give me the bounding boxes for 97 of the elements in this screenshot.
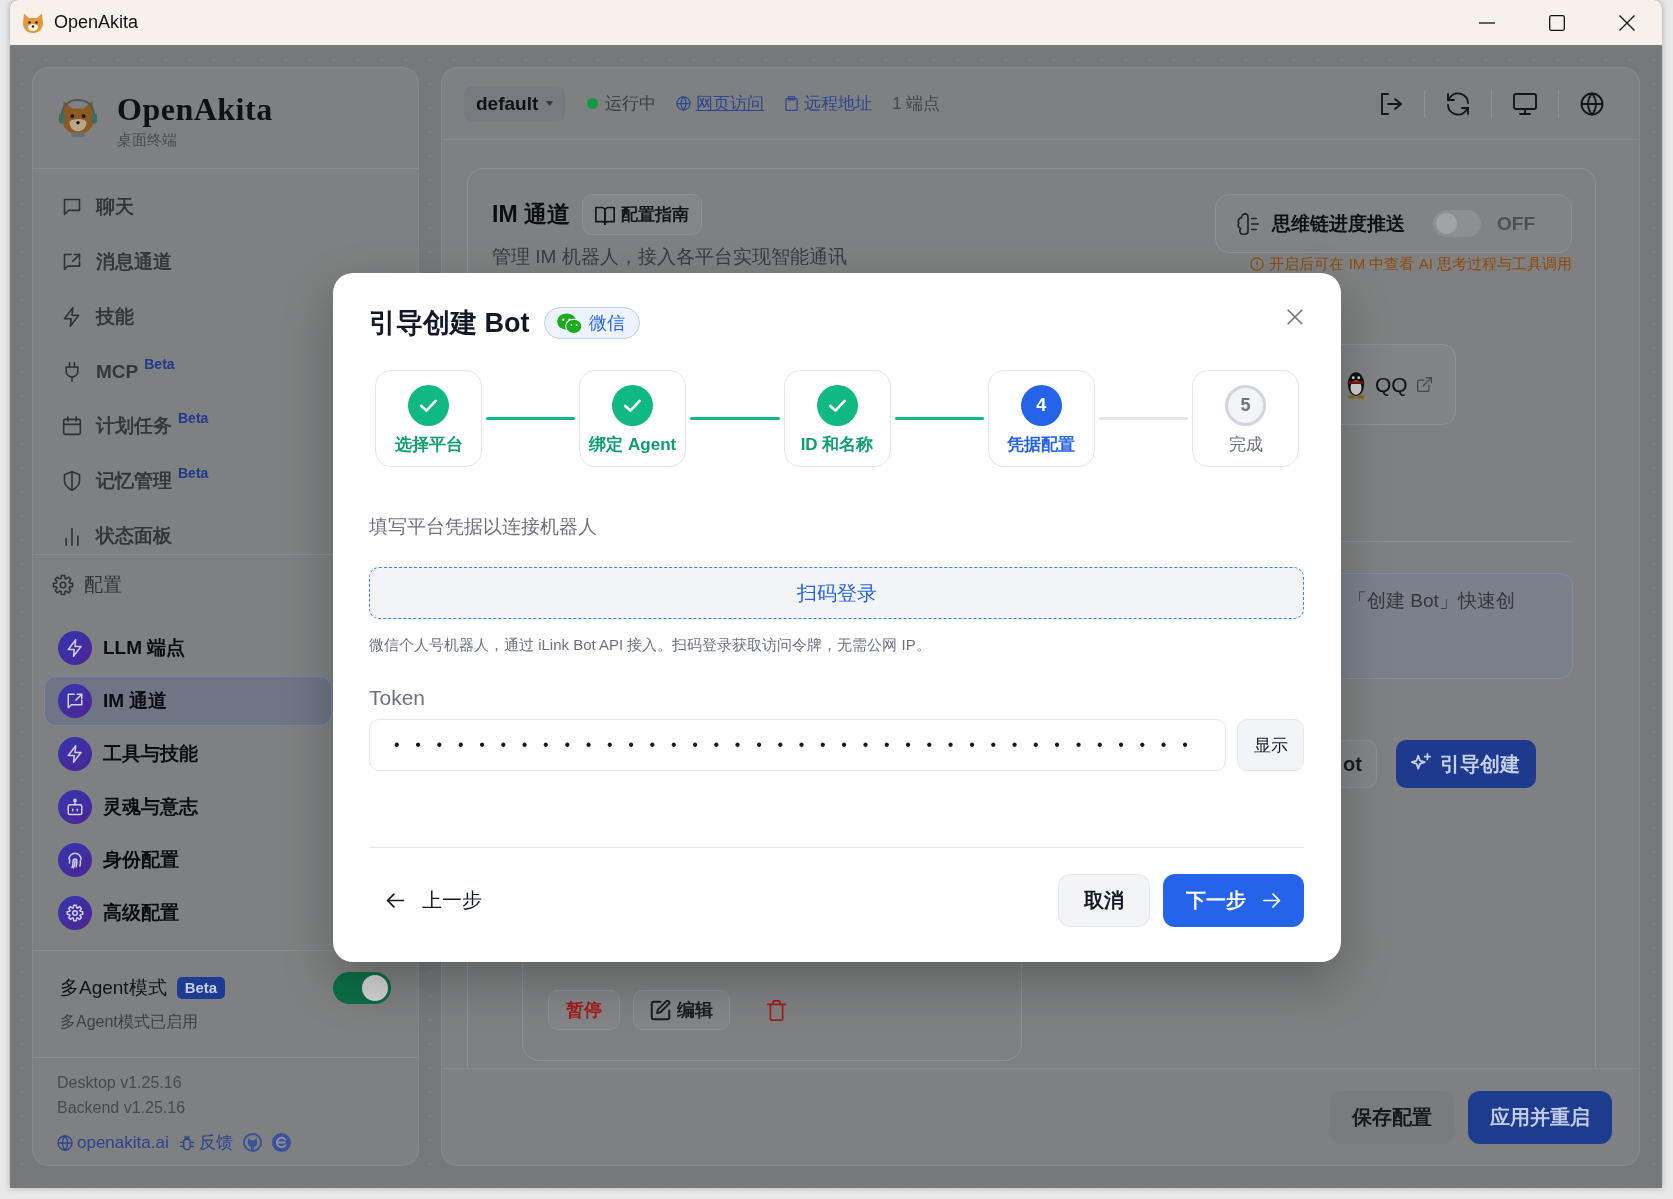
penguin-icon: [1346, 370, 1366, 399]
footer-button[interactable]: 应用并重启: [1468, 1090, 1612, 1144]
nav-item[interactable]: MCP $^{Beta}$: [62, 353, 175, 390]
round-robot-icon: [58, 790, 92, 824]
toggle-switch[interactable]: [1433, 210, 1481, 237]
nav-item[interactable]: 技能: [62, 298, 134, 335]
arrow-right-icon: [1262, 891, 1281, 910]
step-number: 5: [1225, 385, 1266, 426]
close-icon[interactable]: [1619, 14, 1635, 31]
shield-icon: [62, 471, 82, 492]
dog-icon: [23, 12, 43, 33]
bar-chart-icon: [62, 526, 82, 547]
help-text: 微信个人号机器人，通过 iLink Bot API 接入。扫码登录获取访问令牌，无需公网 IP。: [369, 635, 932, 655]
share-box-icon: [62, 251, 82, 272]
plug-icon: [62, 361, 82, 382]
arrow-left-icon: [386, 891, 405, 910]
maximize-icon[interactable]: [1549, 14, 1565, 31]
footer-button[interactable]: 保存配置: [1330, 1090, 1454, 1144]
edit-icon: [650, 999, 671, 1021]
show-button[interactable]: 显示: [1237, 719, 1304, 771]
settings-nav-item[interactable]: 工具与技能: [44, 729, 332, 779]
back-button[interactable]: 上一步: [369, 874, 498, 927]
token-field[interactable]: ••••••••••••••••••••••••••••••••••••••: [369, 719, 1226, 771]
platform-name: 微信: [589, 312, 626, 335]
multi-agent-status: 多Agent模式已启用: [60, 1012, 199, 1032]
beta-label: Beta: [144, 355, 175, 372]
minimize-icon[interactable]: [1479, 21, 1495, 24]
chat-icon: [62, 196, 82, 217]
round-share-box-icon: [58, 684, 92, 718]
section-title: 配置: [84, 573, 122, 597]
settings-nav-item[interactable]: 灵魂与意志: [44, 782, 332, 832]
endpoint-count: 1 端点: [892, 93, 941, 115]
website-link[interactable]: openakita.ai: [57, 1132, 169, 1153]
step-label: 选择平台: [394, 434, 463, 456]
page-description: 管理 IM 机器人，接入各平台实现智能通讯: [492, 245, 847, 269]
field-label: Token: [369, 685, 427, 711]
guide-button[interactable]: 配置指南: [581, 194, 702, 235]
feedback-link[interactable]: 反馈: [178, 1131, 233, 1154]
scan-login-button[interactable]: 扫码登录: [369, 567, 1304, 619]
nav-item[interactable]: 计划任务 $^{Beta}$: [62, 408, 209, 445]
thinking-push-label: 思维链进度推送: [1272, 211, 1405, 236]
bug-icon: [178, 1134, 195, 1151]
multi-agent-label: 多Agent模式: [60, 976, 167, 1000]
chat-bubbles-icon: [557, 312, 583, 334]
instruction-text: 填写平台凭据以连接机器人: [369, 515, 598, 539]
dog-mascot-icon: [59, 98, 97, 138]
step-label: 完成: [1228, 434, 1263, 456]
lightning-icon: [62, 306, 82, 327]
globe-icon[interactable]: [1580, 91, 1604, 116]
calendar-icon: [62, 416, 82, 437]
settings-nav-item[interactable]: LLM 端点: [44, 623, 332, 673]
round-gear-icon: [58, 896, 92, 930]
nav-item[interactable]: 记忆管理 $^{Beta}$: [62, 463, 209, 500]
settings-nav-item[interactable]: 身份配置: [44, 835, 332, 885]
brain-icon: [1237, 212, 1259, 235]
platform-card[interactable]: QQ: [1341, 344, 1456, 425]
gear-icon: [52, 574, 74, 596]
round-fingerprint-icon: [58, 843, 92, 877]
round-lightning-icon: [58, 631, 92, 665]
dialog-title: 引导创建 Bot: [369, 307, 530, 340]
nav-item[interactable]: 状态面板: [62, 518, 172, 554]
settings-nav-item[interactable]: IM 通道: [44, 676, 332, 726]
beta-label: Beta: [178, 410, 209, 427]
action-button[interactable]: ot: [1341, 740, 1377, 788]
step-label: 绑定 Agent: [589, 434, 677, 456]
workspace-dropdown[interactable]: default: [464, 85, 566, 122]
hint-text: 开启后可在 IM 中查看 AI 思考过程与工具调用: [1269, 255, 1572, 273]
globe-icon: [676, 96, 692, 111]
clipboard-icon: [784, 96, 800, 111]
version-text: Desktop v1.25.16: [57, 1073, 183, 1093]
next-button[interactable]: 下一步: [1163, 874, 1304, 927]
beta-label: Beta: [178, 465, 209, 482]
external-link-icon: [1416, 377, 1432, 392]
step-label: ID 和名称: [800, 434, 874, 456]
beta-badge: Beta: [176, 977, 226, 999]
step-label: 凭据配置: [1007, 434, 1076, 456]
toggle-switch[interactable]: [333, 972, 391, 1004]
nav-item[interactable]: 聊天: [62, 189, 134, 225]
globe-icon: [57, 1134, 73, 1151]
book-icon: [594, 204, 615, 225]
status-text: 运行中: [605, 93, 657, 115]
info-note: 「创建 Bot」快速创: [1341, 573, 1573, 679]
round-lightning-icon: [58, 737, 92, 771]
alert-circle-icon: [1250, 257, 1265, 271]
nav-item[interactable]: 消息通道: [62, 243, 172, 280]
bot-action-button[interactable]: 编辑: [633, 990, 730, 1030]
caret-icon: [546, 101, 554, 106]
cancel-button[interactable]: 取消: [1058, 874, 1150, 927]
app-name: OpenAkita: [117, 90, 273, 127]
step-number: 4: [1020, 385, 1062, 426]
refresh-icon[interactable]: [1446, 91, 1470, 116]
action-button[interactable]: 引导创建: [1396, 740, 1536, 788]
settings-nav-item[interactable]: 高级配置: [44, 888, 332, 938]
logout-icon[interactable]: [1379, 91, 1403, 116]
window-title: OpenAkita: [54, 12, 139, 33]
page-title: IM 通道: [492, 200, 570, 229]
monitor-icon[interactable]: [1513, 91, 1537, 116]
